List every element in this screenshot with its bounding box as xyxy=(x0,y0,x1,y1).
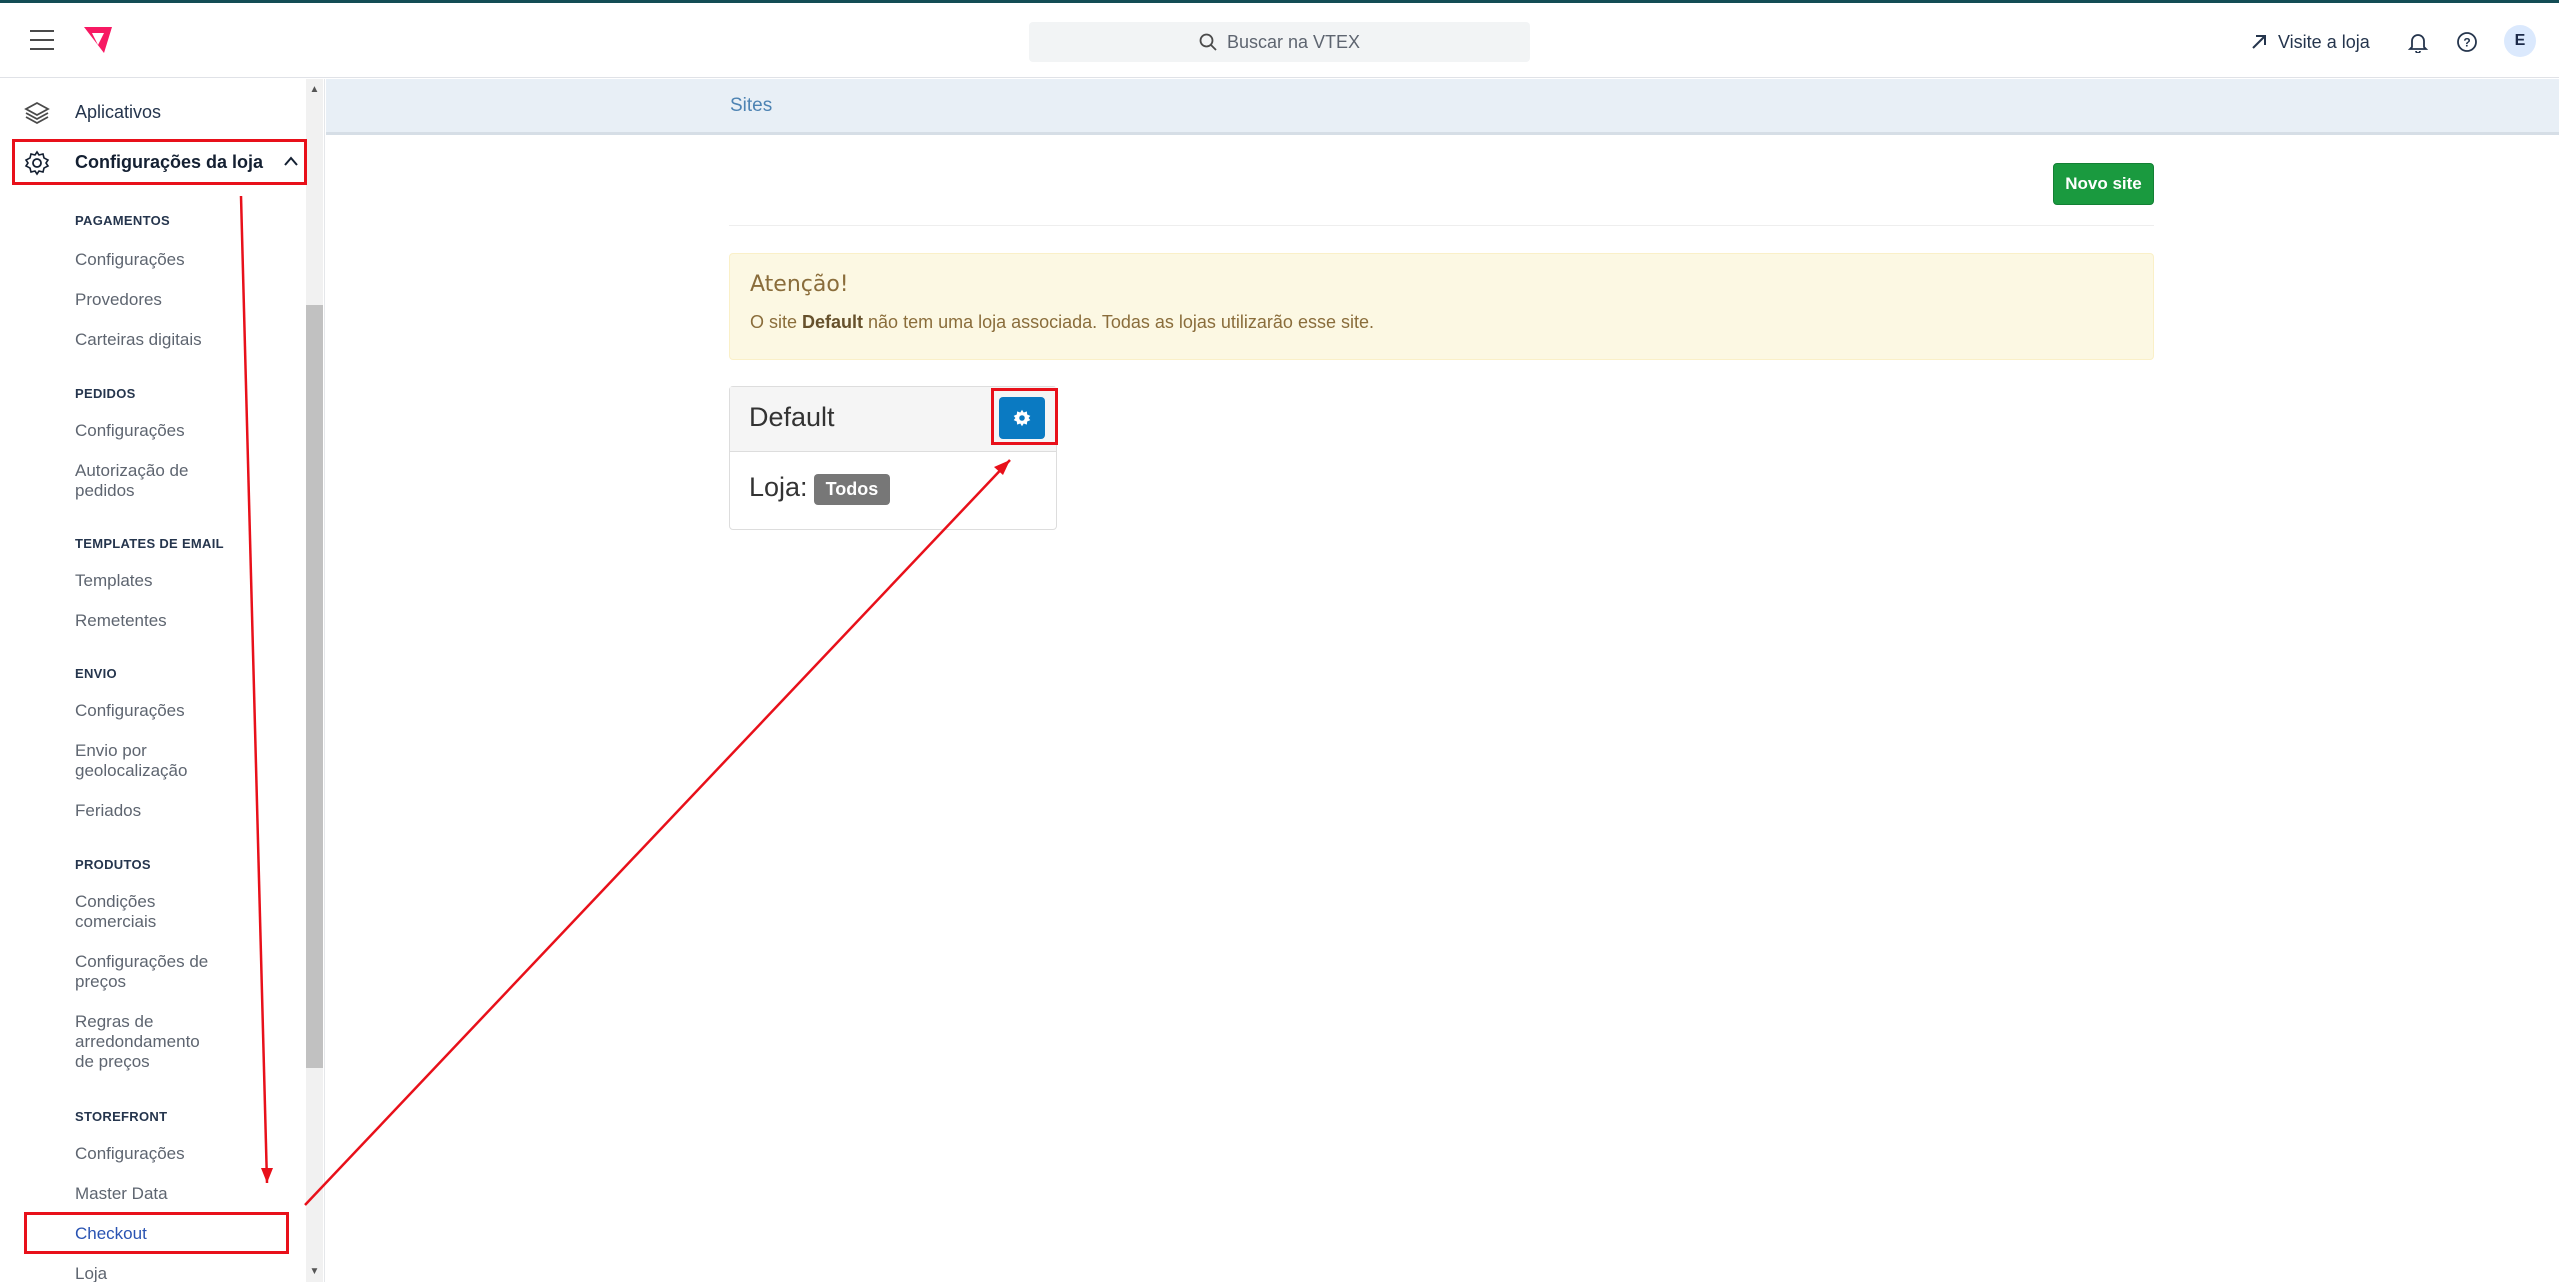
site-name: Default xyxy=(749,402,835,432)
vtex-logo[interactable] xyxy=(82,25,114,55)
site-settings-button[interactable] xyxy=(999,397,1045,439)
sidebar-subitem[interactable]: Carteiras digitais xyxy=(75,330,225,350)
sidebar-subitem[interactable]: Configurações xyxy=(75,250,225,270)
visit-store-link[interactable]: Visite a loja xyxy=(2250,3,2370,81)
section-heading-produtos: PRODUTOS xyxy=(75,857,151,872)
sidebar-item-label: Configurações da loja xyxy=(75,151,264,172)
scroll-down-arrow[interactable]: ▼ xyxy=(306,1263,323,1280)
gear-icon xyxy=(1013,409,1031,427)
section-heading-storefront: STOREFRONT xyxy=(75,1109,168,1124)
section-heading-envio: ENVIO xyxy=(75,666,117,681)
sidebar-subitem[interactable]: Templates xyxy=(75,571,225,591)
visit-store-label: Visite a loja xyxy=(2278,31,2370,52)
alert-msg-bold: Default xyxy=(802,312,864,332)
sidebar-subitem-checkout[interactable]: Checkout xyxy=(75,1224,225,1244)
site-card-body: Loja: Todos xyxy=(749,470,891,505)
new-site-button[interactable]: Novo site xyxy=(2053,163,2154,205)
alert-msg-suffix: não tem uma loja associada. Todas as loj… xyxy=(863,312,1374,332)
sidebar-subitem[interactable]: Configurações de preços xyxy=(75,952,230,992)
sidebar-subitem[interactable]: Autorização de pedidos xyxy=(75,461,215,501)
page-title: Sites xyxy=(730,95,773,116)
sidebar-item-configuracoes-loja[interactable]: Configurações da loja xyxy=(0,137,305,187)
sidebar-subitem[interactable]: Configurações xyxy=(75,701,225,721)
site-card: Default Loja: Todos xyxy=(729,386,1057,530)
help-icon[interactable]: ? xyxy=(2452,27,2482,57)
search-input[interactable]: Buscar na VTEX xyxy=(1029,22,1530,62)
store-label: Loja: xyxy=(749,472,808,502)
svg-text:?: ? xyxy=(2463,36,2470,50)
top-bar: Buscar na VTEX Visite a loja ? E xyxy=(0,0,2559,78)
section-heading-templates-email: TEMPLATES DE EMAIL xyxy=(75,536,224,551)
layers-icon xyxy=(24,101,50,125)
warning-alert: Atenção! O site Default não tem uma loja… xyxy=(729,253,2154,360)
sidebar-subitem[interactable]: Feriados xyxy=(75,801,225,821)
notifications-wrap xyxy=(2403,3,2433,81)
sidebar-item-label: Aplicativos xyxy=(75,101,162,122)
store-badge: Todos xyxy=(813,474,891,505)
section-heading-pedidos: PEDIDOS xyxy=(75,386,136,401)
search-placeholder: Buscar na VTEX xyxy=(1226,31,1361,52)
section-heading-pagamentos: PAGAMENTOS xyxy=(75,213,170,228)
gear-icon xyxy=(24,150,50,176)
search-icon xyxy=(1199,33,1217,51)
main-content: Sites Novo site Atenção! O site Default … xyxy=(326,79,2559,1282)
sidebar-subitem[interactable]: Regras de arredondamento de preços xyxy=(75,1012,220,1072)
alert-msg-prefix: O site xyxy=(750,312,803,332)
alert-heading: Atenção! xyxy=(750,272,849,297)
sidebar-subitem[interactable]: Configurações xyxy=(75,421,225,441)
site-card-header: Default xyxy=(730,387,1056,452)
divider xyxy=(729,225,2154,226)
sidebar: ▲ ▼ Aplicativos Configurações da loja PA… xyxy=(0,79,325,1282)
sidebar-subitem[interactable]: Master Data xyxy=(75,1184,225,1204)
sidebar-subitem[interactable]: Envio por geolocalização xyxy=(75,741,210,781)
arrow-up-right-icon xyxy=(2252,35,2266,49)
page-header: Sites xyxy=(326,79,2559,135)
sidebar-item-aplicativos[interactable]: Aplicativos xyxy=(0,87,305,137)
alert-message: O site Default não tem uma loja associad… xyxy=(750,312,1374,333)
sidebar-subitem[interactable]: Configurações xyxy=(75,1144,225,1164)
sidebar-subitem[interactable]: Loja xyxy=(75,1264,225,1282)
help-wrap: ? xyxy=(2452,3,2482,81)
chevron-up-icon[interactable] xyxy=(283,155,299,167)
scroll-up-arrow[interactable]: ▲ xyxy=(306,81,323,98)
sidebar-scrollbar-thumb[interactable] xyxy=(306,305,323,1068)
bell-icon[interactable] xyxy=(2403,27,2433,57)
avatar[interactable]: E xyxy=(2504,25,2536,57)
sidebar-subitem[interactable]: Remetentes xyxy=(75,611,225,631)
sidebar-subitem[interactable]: Condições comerciais xyxy=(75,892,195,932)
sidebar-subitem[interactable]: Provedores xyxy=(75,290,225,310)
menu-icon[interactable] xyxy=(30,30,54,50)
